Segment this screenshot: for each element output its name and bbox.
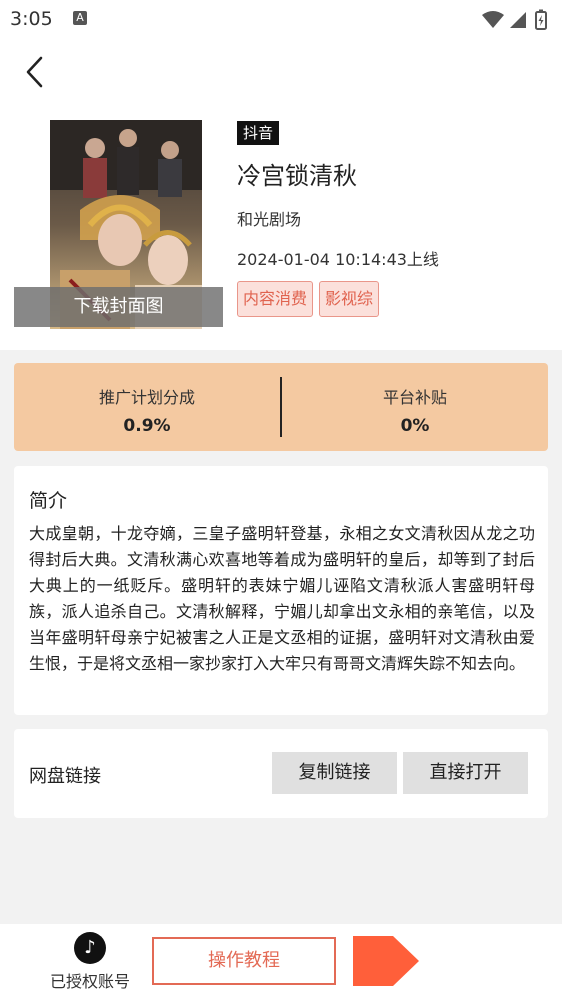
wifi-icon <box>482 11 504 28</box>
cloud-link-label: 网盘链接 <box>29 766 101 787</box>
online-time: 2024-01-04 10:14:43上线 <box>237 250 439 269</box>
tiktok-icon: ♪ <box>74 932 106 964</box>
battery-icon <box>535 9 547 30</box>
intro-title: 简介 <box>29 490 68 512</box>
commission-stat: 推广计划分成 0.9% <box>14 363 280 451</box>
platform-badge: 抖音 <box>237 121 280 145</box>
status-bar: 3:05 A <box>0 0 562 40</box>
status-time: 3:05 <box>10 8 53 30</box>
commission-value: 0.9% <box>123 416 171 436</box>
tag-content-consumption: 内容消费 <box>237 281 314 317</box>
tag-list: 内容消费 影视综 <box>237 281 380 317</box>
intro-card: 简介 大成皇朝，十龙夺嫡，三皇子盛明轩登基，永相之女文清秋因从龙之功得封后大典。… <box>14 466 548 715</box>
authorized-account-button[interactable]: ♪ 已授权账号 <box>40 932 140 992</box>
arrow-right-icon <box>353 936 419 986</box>
intro-text: 大成皇朝，十龙夺嫡，三皇子盛明轩登基，永相之女文清秋因从龙之功得封后大典。文清秋… <box>29 524 535 673</box>
open-directly-button[interactable]: 直接打开 <box>403 752 528 794</box>
download-cover-button[interactable]: 下载封面图 <box>14 287 223 327</box>
notification-a-icon: A <box>73 11 87 25</box>
chevron-left-icon <box>26 56 43 88</box>
next-arrow-button[interactable] <box>353 936 419 986</box>
commission-label: 推广计划分成 <box>98 388 195 407</box>
cloud-link-card: 网盘链接 复制链接 直接打开 <box>14 729 548 818</box>
drama-info-header: 下载封面图 抖音 冷宫锁清秋 和光剧场 2024-01-04 10:14:43上… <box>0 40 562 350</box>
tag-film-tv-variety: 影视综 <box>319 281 380 317</box>
subsidy-stat: 平台补贴 0% <box>282 363 548 451</box>
subsidy-value: 0% <box>400 416 430 436</box>
tutorial-button[interactable]: 操作教程 <box>152 937 336 985</box>
subsidy-label: 平台补贴 <box>382 388 447 407</box>
copy-link-button[interactable]: 复制链接 <box>272 752 397 794</box>
status-indicators <box>480 9 552 30</box>
signal-icon <box>510 12 526 28</box>
drama-title: 冷宫锁清秋 <box>237 162 357 190</box>
commission-stats-card: 推广计划分成 0.9% 平台补贴 0% <box>14 363 548 451</box>
back-button[interactable] <box>18 52 54 92</box>
bottom-bar: ♪ 已授权账号 操作教程 <box>0 924 562 999</box>
authorized-account-label: 已授权账号 <box>49 972 130 991</box>
producer-name: 和光剧场 <box>237 210 302 229</box>
